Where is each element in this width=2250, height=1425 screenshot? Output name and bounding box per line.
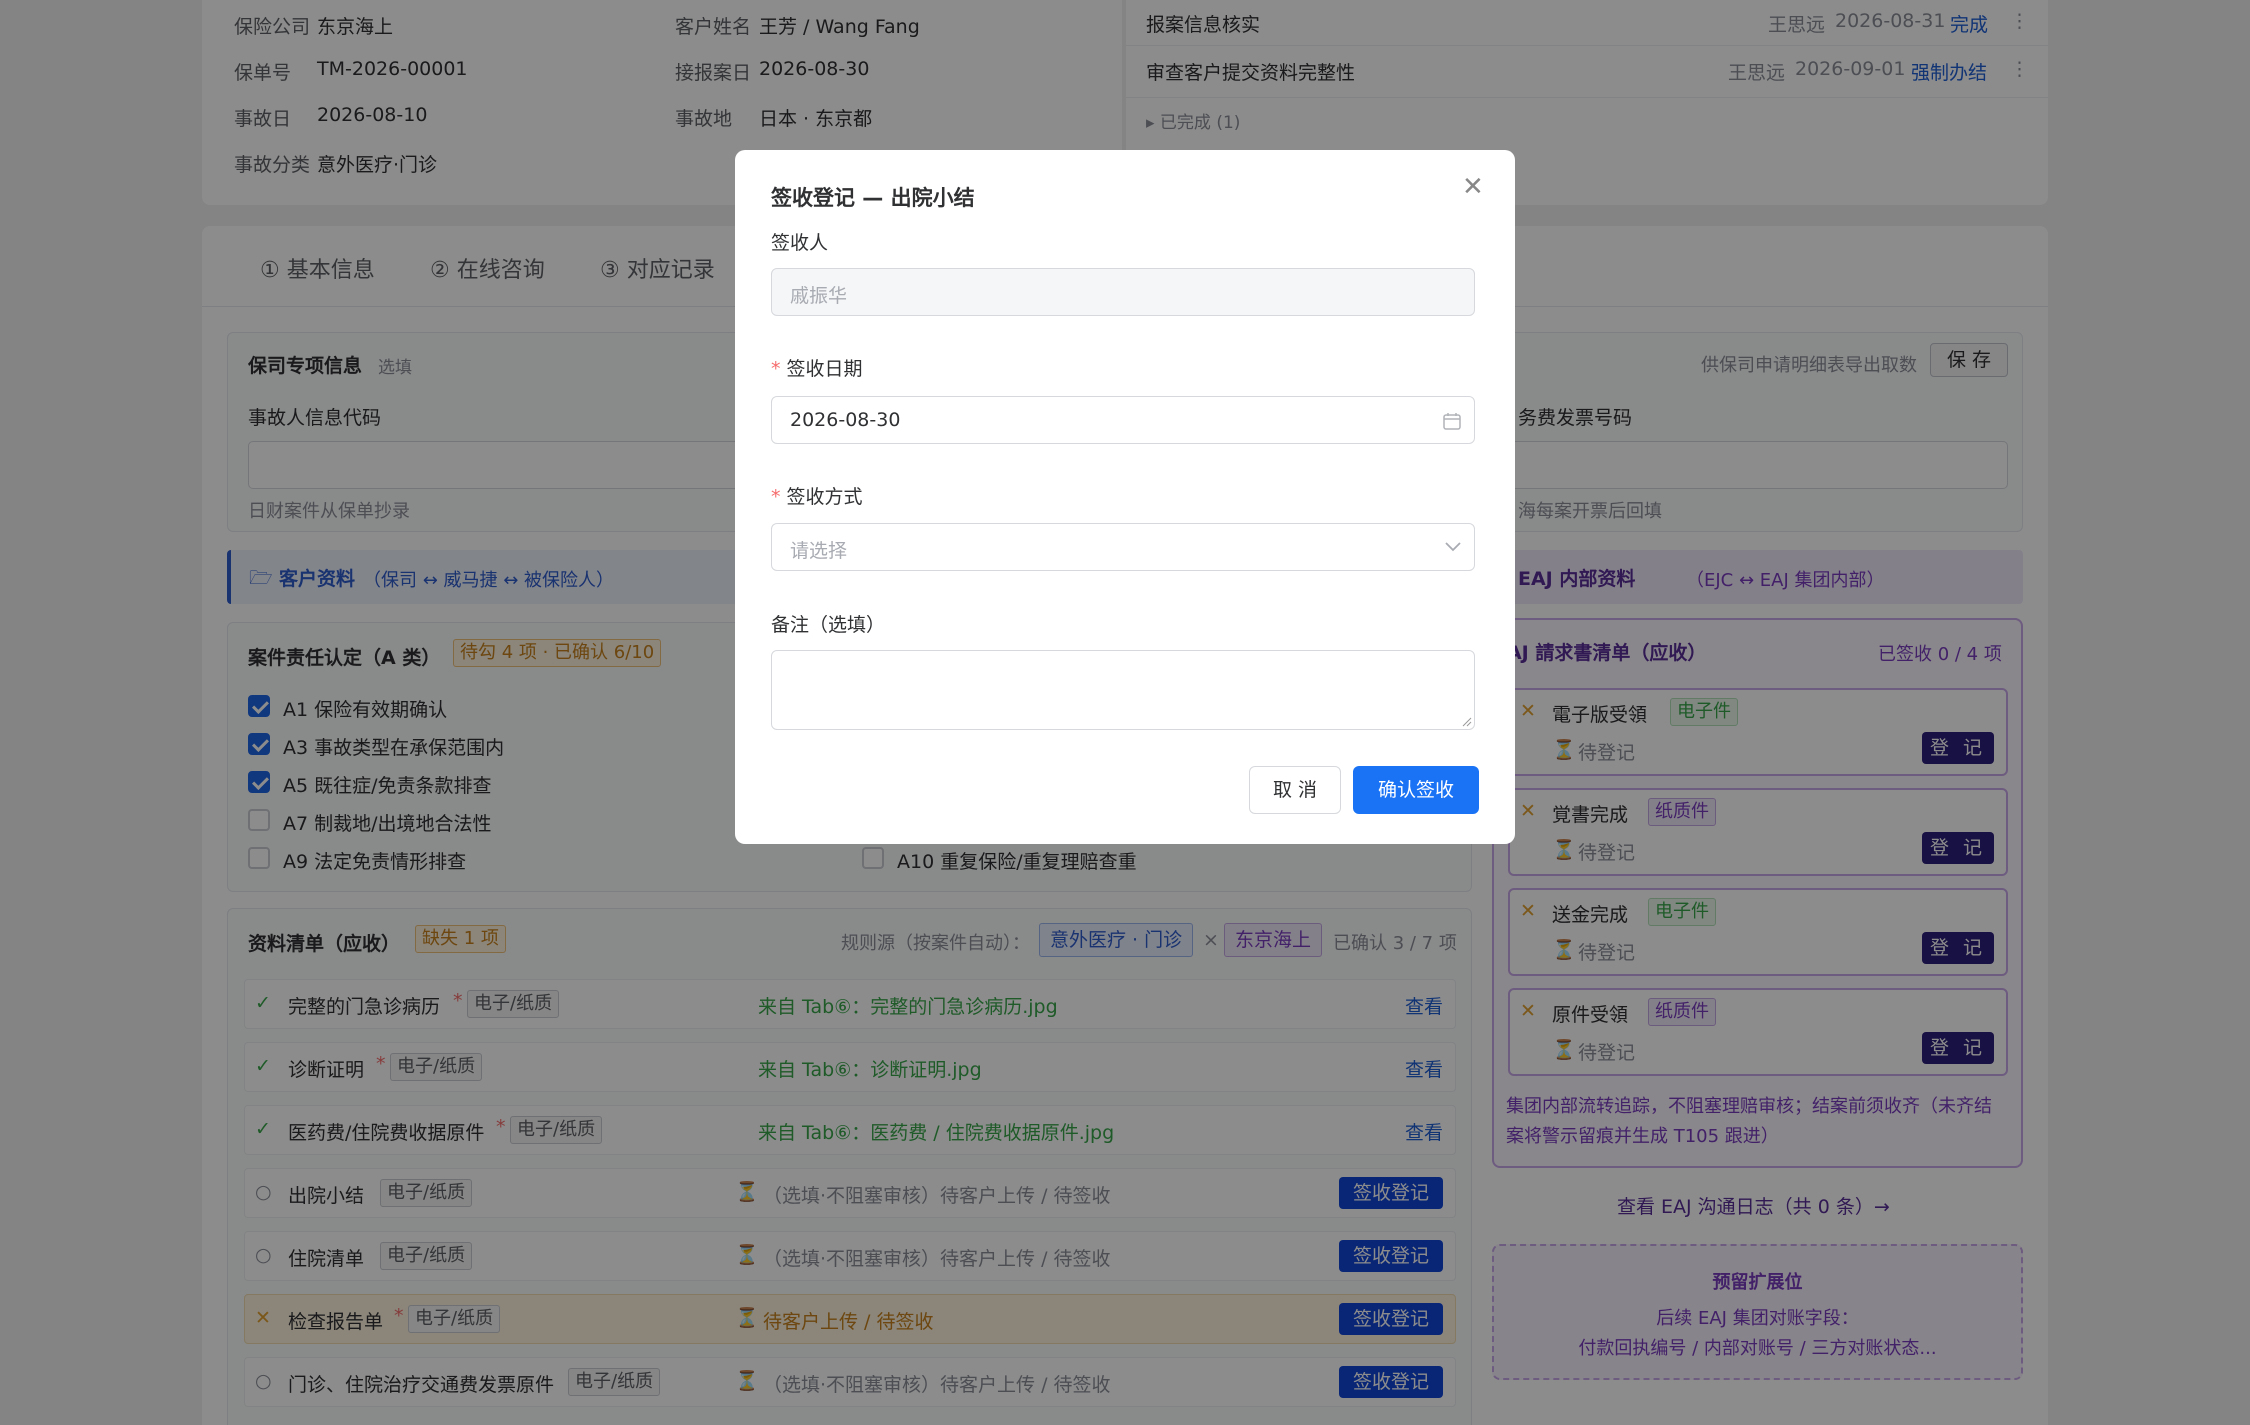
- sign-method-select[interactable]: 请选择: [771, 523, 1475, 571]
- remark-label: 备注（选填）: [771, 614, 886, 636]
- signer-label: 签收人: [771, 232, 829, 254]
- signer-input: 戚振华: [771, 268, 1475, 316]
- close-icon[interactable]: ✕: [1462, 172, 1484, 202]
- chevron-down-icon: [1445, 542, 1461, 552]
- sign-date-value: 2026-08-30: [790, 409, 901, 431]
- remark-textarea[interactable]: [771, 650, 1475, 730]
- sign-method-placeholder: 请选择: [790, 540, 848, 562]
- calendar-icon: [1443, 413, 1461, 430]
- sign-method-label: * 签收方式: [771, 486, 863, 508]
- sign-modal: 签收登记 — 出院小结 ✕ 签收人 戚振华 * 签收日期 2026-08-30 *…: [735, 150, 1515, 844]
- modal-title: 签收登记 — 出院小结: [771, 186, 975, 210]
- confirm-sign-button[interactable]: 确认签收: [1353, 766, 1479, 814]
- signer-value: 戚振华: [790, 285, 848, 307]
- sign-date-picker[interactable]: 2026-08-30: [771, 396, 1475, 444]
- cancel-button[interactable]: 取 消: [1249, 766, 1341, 814]
- resize-handle-icon[interactable]: [1460, 715, 1472, 727]
- sign-date-label: * 签收日期: [771, 358, 863, 380]
